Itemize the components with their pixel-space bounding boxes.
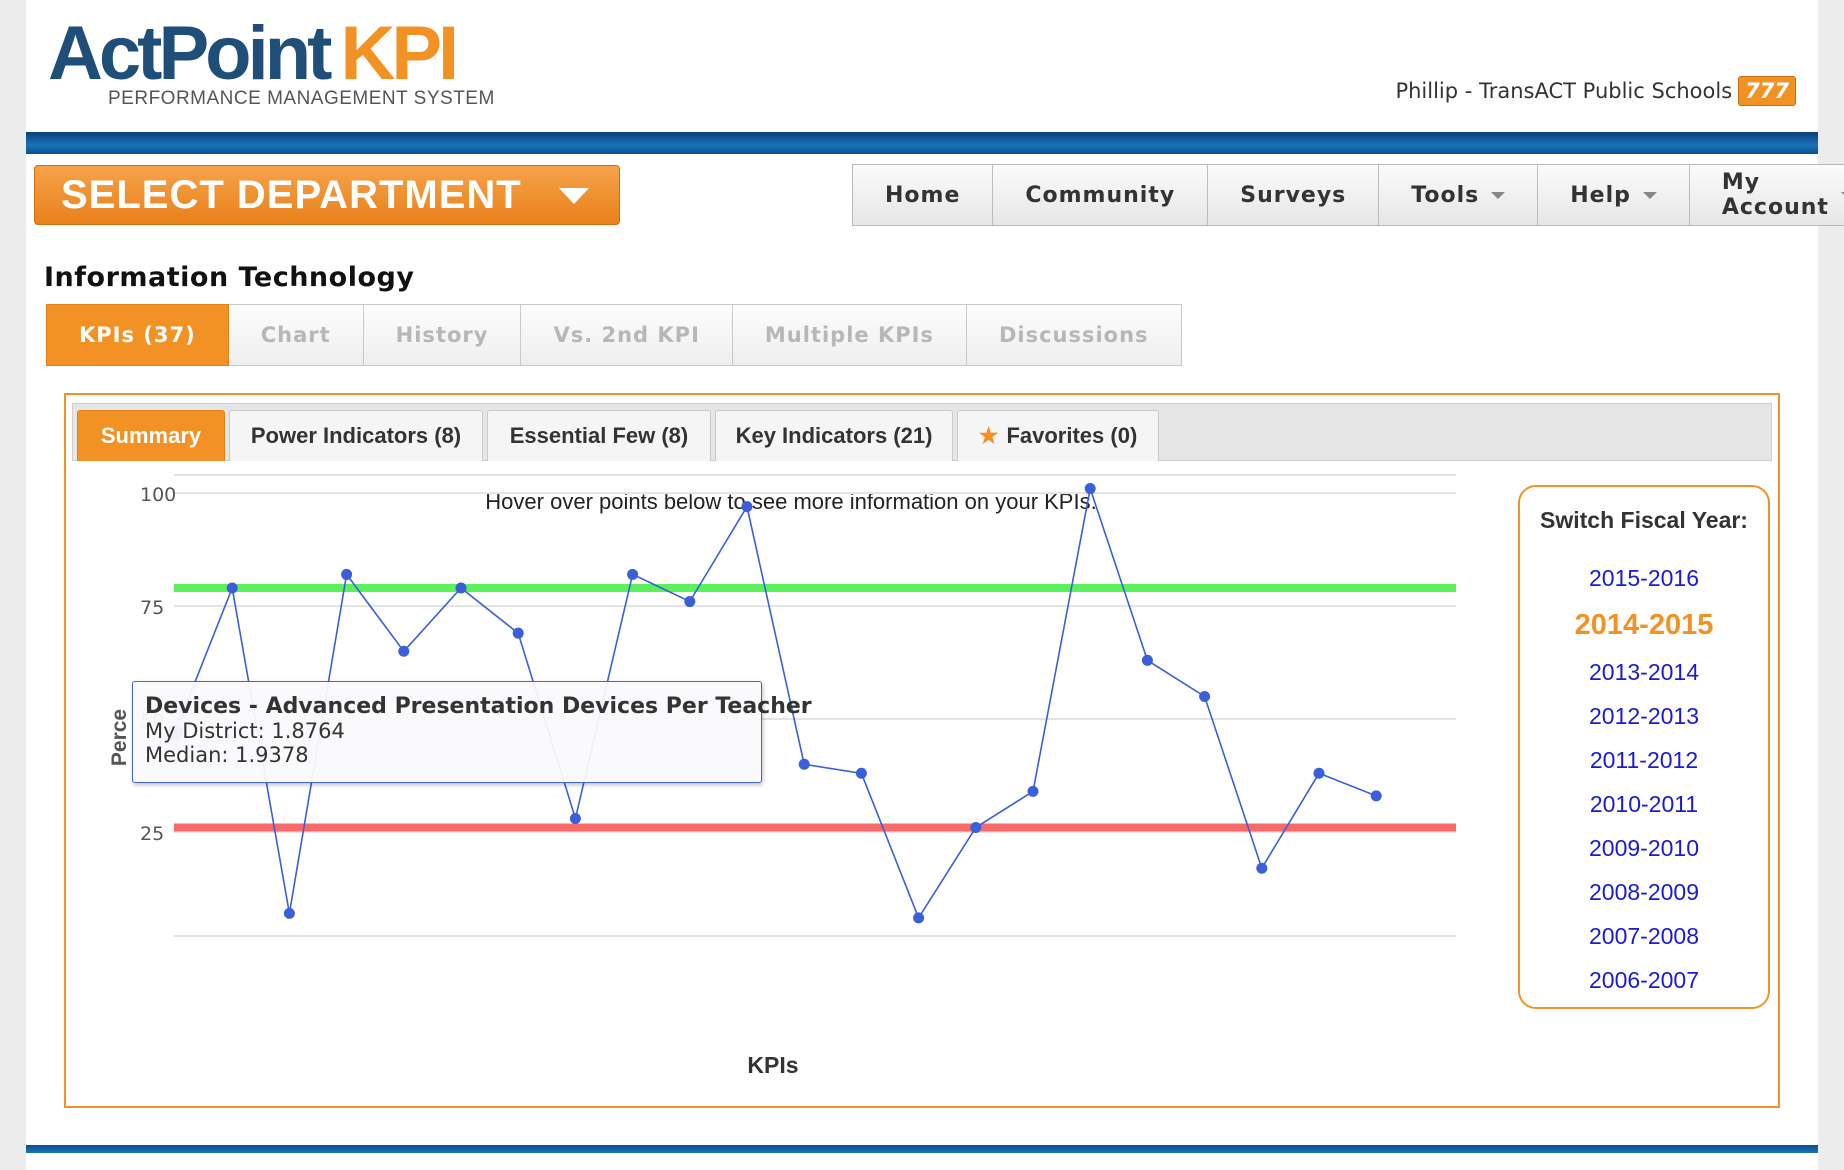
fiscal-year-link[interactable]: 2011-2012 (1520, 738, 1768, 782)
caret-down-icon (1642, 191, 1657, 199)
fiscal-year-link[interactable]: 2010-2011 (1520, 782, 1768, 826)
tab-chart[interactable]: Chart (228, 304, 364, 366)
nav-home-label: Home (885, 182, 961, 208)
data-point[interactable] (512, 627, 524, 639)
nav-my-account[interactable]: My Account (1690, 165, 1844, 225)
data-point[interactable] (455, 582, 467, 594)
user-area: Phillip - TransACT Public Schools 777 (1395, 76, 1796, 106)
data-point[interactable] (1141, 654, 1153, 666)
logo-wordmark: ActPoint KPI (48, 16, 495, 92)
nav-home[interactable]: Home (853, 165, 994, 225)
tab-history[interactable]: History (363, 304, 522, 366)
fiscal-year-list: 2015-2016 2014-2015 2013-2014 2012-2013 2011… (1520, 556, 1768, 1002)
main-nav: Home Community Surveys Tools Help My Acc… (852, 164, 1844, 226)
caret-down-icon (1491, 191, 1506, 199)
fiscal-year-link[interactable]: 2006-2007 (1520, 958, 1768, 1002)
logo-subtitle: PERFORMANCE MANAGEMENT SYSTEM (108, 88, 495, 109)
data-point[interactable] (341, 568, 353, 580)
tab-kpis[interactable]: KPIs (37) (46, 304, 229, 366)
chevron-down-icon (559, 188, 589, 204)
notification-badge[interactable]: 777 (1738, 76, 1796, 106)
fiscal-year-switcher: Switch Fiscal Year: 2015-2016 2014-2015 20… (1518, 485, 1770, 1009)
data-point[interactable] (741, 501, 753, 513)
select-department-label: SELECT DEPARTMENT (61, 172, 522, 217)
data-point[interactable] (398, 645, 410, 657)
department-title: Information Technology (44, 262, 415, 293)
nav-community[interactable]: Community (993, 165, 1209, 225)
nav-community-label: Community (1025, 182, 1176, 208)
footer-divider-bar (26, 1145, 1818, 1153)
nav-tools[interactable]: Tools (1379, 165, 1539, 225)
fiscal-year-link[interactable]: 2007-2008 (1520, 914, 1768, 958)
logo-actpoint-text: ActPoint (48, 11, 332, 96)
tooltip-median: Median: 1.9378 (145, 743, 309, 767)
nav-help[interactable]: Help (1538, 165, 1690, 225)
logo-kpi-text: KPI (340, 11, 459, 96)
data-point[interactable] (798, 758, 810, 770)
page: ActPoint KPI PERFORMANCE MANAGEMENT SYSTE… (26, 0, 1844, 1170)
data-point[interactable] (569, 812, 581, 824)
nav-surveys[interactable]: Surveys (1208, 165, 1380, 225)
header-divider-bar (26, 132, 1818, 154)
fiscal-year-title: Switch Fiscal Year: (1540, 507, 1748, 533)
tooltip-title: Devices - Advanced Presentation Devices … (145, 694, 812, 719)
data-point[interactable] (1027, 785, 1039, 797)
fiscal-year-link[interactable]: 2008-2009 (1520, 870, 1768, 914)
y-tick-label: 25 (140, 823, 164, 845)
y-axis-label: Perce (108, 709, 131, 766)
data-point[interactable] (684, 596, 696, 608)
user-label[interactable]: Phillip - TransACT Public Schools (1395, 79, 1732, 103)
data-point[interactable] (1084, 483, 1096, 495)
tab-vs-2nd-kpi[interactable]: Vs. 2nd KPI (521, 304, 733, 366)
fiscal-year-link[interactable]: 2013-2014 (1520, 650, 1768, 694)
data-point[interactable] (627, 568, 639, 580)
fiscal-year-link[interactable]: 2009-2010 (1520, 826, 1768, 870)
fiscal-year-link[interactable]: 2014-2015 (1520, 600, 1768, 650)
y-tick-label: 100 (140, 484, 176, 506)
x-axis-label: KPIs (747, 1052, 798, 1078)
select-department-button[interactable]: SELECT DEPARTMENT (34, 165, 620, 225)
nav-my-account-label: My Account (1721, 170, 1829, 220)
fiscal-year-link[interactable]: 2015-2016 (1520, 556, 1768, 600)
data-point[interactable] (1256, 862, 1268, 874)
kpi-tooltip: Devices - Advanced Presentation Devices … (132, 681, 812, 783)
view-tabs: KPIs (37) Chart History Vs. 2nd KPI Mult… (46, 304, 1182, 366)
y-tick-label: 75 (140, 597, 164, 619)
fiscal-year-link[interactable]: 2012-2013 (1520, 694, 1768, 738)
data-point[interactable] (283, 907, 295, 919)
tab-multiple-kpis[interactable]: Multiple KPIs (732, 304, 967, 366)
data-point[interactable] (970, 822, 982, 834)
actpoint-logo[interactable]: ActPoint KPI PERFORMANCE MANAGEMENT SYSTE… (48, 16, 495, 110)
data-point[interactable] (1199, 690, 1211, 702)
nav-help-label: Help (1570, 182, 1631, 208)
data-point[interactable] (1370, 790, 1382, 802)
tab-discussions[interactable]: Discussions (966, 304, 1182, 366)
nav-tools-label: Tools (1411, 182, 1480, 208)
data-point[interactable] (226, 582, 238, 594)
nav-surveys-label: Surveys (1240, 182, 1347, 208)
chart-y-ticks: 255075100 (140, 484, 176, 845)
data-point[interactable] (1313, 767, 1325, 779)
data-point[interactable] (855, 767, 867, 779)
tooltip-my-district: My District: 1.8764 (145, 719, 345, 743)
data-point[interactable] (913, 912, 925, 924)
